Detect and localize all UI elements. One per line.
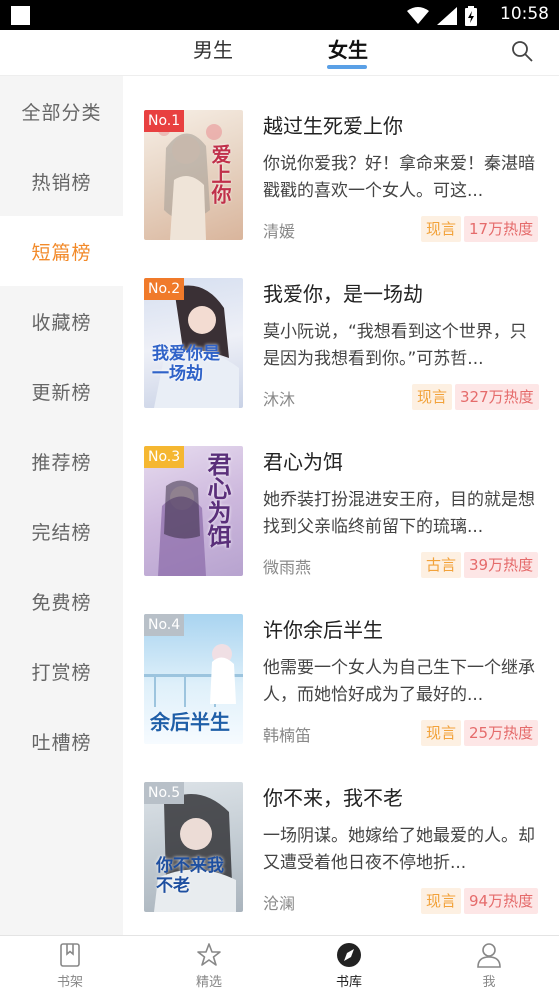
book-item[interactable]: No.2 我爱你是一场劫 我爱你，是一场劫 莫小阮说，“我想看到这个世界，只是因… <box>123 244 559 412</box>
rank-badge: No.5 <box>144 782 185 804</box>
category-sidebar: 全部分类 热销榜 短篇榜 收藏榜 更新榜 推荐榜 完结榜 免费榜 打赏榜 吐槽榜 <box>0 76 123 935</box>
heat-tag: 39万热度 <box>464 552 539 578</box>
book-cover[interactable]: No.4 余后半生 <box>144 614 243 744</box>
cover-title: 君心为饵 <box>203 452 231 548</box>
book-author: 沧澜 <box>263 894 296 913</box>
bottom-navigation: 书架 精选 书库 我 <box>0 935 559 995</box>
book-cover[interactable]: No.2 我爱你是一场劫 <box>144 278 243 408</box>
nav-featured[interactable]: 精选 <box>169 942 249 990</box>
book-title[interactable]: 我爱你，是一场劫 <box>263 278 423 307</box>
book-author: 沐沐 <box>263 390 296 409</box>
sidebar-item-all[interactable]: 全部分类 <box>0 76 123 146</box>
book-description: 她乔装打扮混进安王府，目的就是想找到父亲临终前留下的琉璃... <box>263 490 535 537</box>
sidebar-item-favorites[interactable]: 收藏榜 <box>0 286 123 356</box>
book-cover[interactable]: No.5 你不来我不老 <box>144 782 243 912</box>
nav-label: 书库 <box>335 975 362 990</box>
book-list: No.1 爱上你 越过生死爱上你 你说你爱我？好！拿命来爱！秦湛暗戳戳的喜欢一个… <box>123 76 559 935</box>
book-title[interactable]: 你不来，我不老 <box>263 782 403 811</box>
cover-title: 我爱你是一场劫 <box>152 344 220 384</box>
nav-label: 精选 <box>195 975 222 990</box>
book-description: 一场阴谋。她嫁给了她最爱的人。却又遭受着他日夜不停地折... <box>263 826 535 873</box>
book-title[interactable]: 许你余后半生 <box>263 614 383 643</box>
book-title[interactable]: 君心为饵 <box>263 446 343 475</box>
nav-me[interactable]: 我 <box>449 942 529 990</box>
sidebar-item-free[interactable]: 免费榜 <box>0 566 123 636</box>
book-item[interactable]: No.3 君心为饵 君心为饵 她乔装打扮混进安王府，目的就是想找到父亲临终前留下… <box>123 412 559 580</box>
book-description: 你说你爱我？好！拿命来爱！秦湛暗戳戳的喜欢一个女人。可这... <box>263 154 535 201</box>
cover-title: 余后半生 <box>150 710 230 734</box>
heat-tag: 17万热度 <box>464 216 539 242</box>
genre-tag: 现言 <box>421 216 462 242</box>
book-cover[interactable]: No.1 爱上你 <box>144 110 243 240</box>
book-cover[interactable]: No.3 君心为饵 <box>144 446 243 576</box>
book-item[interactable]: No.1 爱上你 越过生死爱上你 你说你爱我？好！拿命来爱！秦湛暗戳戳的喜欢一个… <box>123 76 559 244</box>
nav-library[interactable]: 书库 <box>309 942 389 990</box>
genre-tag: 古言 <box>421 552 462 578</box>
rank-badge: No.4 <box>144 614 185 636</box>
sidebar-item-recommended[interactable]: 推荐榜 <box>0 426 123 496</box>
nav-bookshelf[interactable]: 书架 <box>30 942 110 990</box>
book-author: 微雨燕 <box>263 558 312 577</box>
book-description: 莫小阮说，“我想看到这个世界，只是因为我想看到你。”可苏哲... <box>263 322 527 369</box>
wifi-icon <box>407 7 429 24</box>
rank-badge: No.2 <box>144 278 185 300</box>
bookshelf-icon <box>60 943 80 967</box>
book-title[interactable]: 越过生死爱上你 <box>263 110 403 139</box>
book-author: 韩楠笛 <box>263 726 312 745</box>
cover-title: 你不来我不老 <box>156 856 224 896</box>
top-tab-bar: 男生 女生 <box>0 30 559 76</box>
rank-badge: No.1 <box>144 110 185 132</box>
sidebar-item-short-stories[interactable]: 短篇榜 <box>0 216 123 286</box>
sidebar-item-comments[interactable]: 吐槽榜 <box>0 706 123 776</box>
book-item[interactable]: No.5 你不来我不老 你不来，我不老 一场阴谋。她嫁给了她最爱的人。却又遭受着… <box>123 748 559 916</box>
search-icon[interactable] <box>510 39 534 63</box>
sidebar-item-completed[interactable]: 完结榜 <box>0 496 123 566</box>
book-author: 清媛 <box>263 222 296 241</box>
nav-label: 书架 <box>56 975 83 990</box>
status-bar: 10:58 <box>0 0 559 30</box>
book-item[interactable]: No.4 余后半生 许你余后半生 他需要一个女人为自己生下一个继承人，而她恰好成… <box>123 580 559 748</box>
genre-tag: 现言 <box>421 888 462 914</box>
heat-tag: 25万热度 <box>464 720 539 746</box>
tab-male[interactable]: 男生 <box>193 34 233 63</box>
genre-tag: 现言 <box>412 384 453 410</box>
genre-tag: 现言 <box>421 720 462 746</box>
cover-title: 爱上你 <box>208 144 232 204</box>
heat-tag: 94万热度 <box>464 888 539 914</box>
star-icon <box>197 943 221 966</box>
compass-icon <box>337 943 361 967</box>
nav-label: 我 <box>482 975 496 990</box>
sidebar-item-tips[interactable]: 打赏榜 <box>0 636 123 706</box>
active-tab-indicator <box>327 65 367 69</box>
heat-tag: 327万热度 <box>455 384 539 410</box>
clock: 10:58 <box>500 4 549 24</box>
rank-badge: No.3 <box>144 446 185 468</box>
tab-female[interactable]: 女生 <box>328 34 368 63</box>
status-icons <box>407 6 477 26</box>
user-icon <box>477 943 501 968</box>
battery-icon <box>465 6 477 26</box>
book-description: 他需要一个女人为自己生下一个继承人，而她恰好成为了最好的... <box>263 658 535 705</box>
notification-icon <box>11 6 30 25</box>
sidebar-item-hot-sales[interactable]: 热销榜 <box>0 146 123 216</box>
signal-icon <box>437 7 457 25</box>
sidebar-item-updates[interactable]: 更新榜 <box>0 356 123 426</box>
